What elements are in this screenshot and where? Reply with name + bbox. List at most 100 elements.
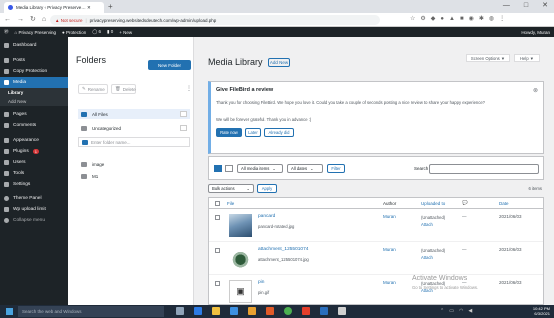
home-icon[interactable]: ⌂ bbox=[42, 16, 46, 23]
wifi-icon[interactable]: ◠ bbox=[459, 308, 463, 314]
updates-count[interactable]: ▮ 0 bbox=[107, 29, 113, 35]
chrome-icon[interactable] bbox=[284, 307, 292, 315]
column-file[interactable]: File bbox=[227, 201, 234, 206]
later-button[interactable]: Later bbox=[245, 128, 261, 137]
folder-item-image[interactable]: image bbox=[78, 159, 190, 169]
filter-button[interactable]: Filter bbox=[327, 164, 345, 173]
battery-icon[interactable]: ▭ bbox=[449, 308, 454, 314]
pin-thumbnail-icon[interactable]: ▣ bbox=[229, 280, 252, 303]
column-uploaded-to[interactable]: Uploaded to bbox=[421, 201, 445, 206]
url-field[interactable]: ▲ Not secure | privacypreserving.website… bbox=[50, 15, 380, 25]
grid-view-icon[interactable] bbox=[225, 165, 233, 172]
extension-icon[interactable]: ⚙ bbox=[420, 15, 425, 22]
author-link[interactable]: Muran bbox=[383, 247, 396, 252]
forward-icon[interactable]: → bbox=[17, 16, 24, 23]
comments-count[interactable]: ◯ 6 bbox=[92, 29, 101, 35]
folder-item-m1[interactable]: M1 bbox=[78, 171, 190, 181]
sidebar-sub-add-new[interactable]: Add New bbox=[0, 97, 68, 106]
sidebar-item-tools[interactable]: Tools bbox=[0, 168, 68, 179]
sidebar-item-upload-limit[interactable]: Wp upload limit bbox=[0, 204, 68, 215]
new-content-link[interactable]: + New bbox=[119, 30, 132, 35]
row-checkbox[interactable] bbox=[215, 248, 220, 253]
sidebar-sub-library[interactable]: Library bbox=[0, 88, 68, 97]
sidebar-item-dashboard[interactable]: Dashboard bbox=[0, 40, 68, 51]
collapse-menu-button[interactable]: Collapse menu bbox=[0, 215, 68, 226]
sidebar-item-theme-panel[interactable]: Theme Panel bbox=[0, 193, 68, 204]
app-icon[interactable] bbox=[248, 307, 256, 315]
sidebar-item-plugins[interactable]: Plugins 1 bbox=[0, 146, 68, 157]
new-folder-button[interactable]: New Folder bbox=[148, 60, 191, 70]
author-link[interactable]: Muran bbox=[383, 280, 396, 285]
sidebar-item-settings[interactable]: Settings bbox=[0, 179, 68, 190]
extension-icon[interactable]: ● bbox=[440, 16, 444, 22]
folder-row-uncategorized[interactable]: Uncategorized bbox=[78, 123, 190, 133]
extension-icon[interactable]: ✱ bbox=[479, 15, 484, 22]
minimize-button[interactable]: — bbox=[503, 2, 510, 9]
chevron-up-icon[interactable]: ⌃ bbox=[440, 308, 444, 314]
app-icon[interactable] bbox=[302, 307, 310, 315]
app-icon[interactable] bbox=[266, 307, 274, 315]
delete-button[interactable]: 🗑 Delete bbox=[111, 84, 136, 94]
list-view-icon[interactable] bbox=[214, 165, 222, 172]
sidebar-item-comments[interactable]: Comments bbox=[0, 120, 68, 131]
menu-icon[interactable]: ⋮ bbox=[499, 15, 505, 22]
search-input[interactable] bbox=[429, 164, 539, 174]
howdy-user[interactable]: Howdy, Muran bbox=[521, 30, 550, 35]
sidebar-item-media[interactable]: Media bbox=[0, 77, 68, 88]
task-view-icon[interactable] bbox=[176, 307, 184, 315]
bulk-actions-select[interactable]: Bulk actions ⌄ bbox=[208, 184, 254, 193]
dismiss-notice-icon[interactable]: ⊗ bbox=[533, 87, 538, 94]
sidebar-item-posts[interactable]: Posts bbox=[0, 55, 68, 66]
extension-icon[interactable]: ■ bbox=[460, 16, 464, 22]
row-checkbox[interactable] bbox=[215, 281, 220, 286]
protection-link[interactable]: ● Protection bbox=[62, 30, 86, 35]
extension-icon[interactable]: ▲ bbox=[449, 16, 455, 22]
taskbar-search[interactable]: Search the web and Windows bbox=[18, 306, 164, 317]
file-title-link[interactable]: pin bbox=[258, 280, 264, 285]
apply-button[interactable]: Apply bbox=[257, 184, 277, 193]
wordpress-logo-icon[interactable]: Ⓦ bbox=[4, 29, 9, 35]
author-link[interactable]: Muran bbox=[383, 214, 396, 219]
file-title-link[interactable]: pancard bbox=[258, 214, 275, 219]
maximize-button[interactable]: □ bbox=[524, 2, 528, 9]
attach-link[interactable]: Attach bbox=[421, 254, 445, 261]
sidebar-item-copy-protection[interactable]: Copy Protection bbox=[0, 66, 68, 77]
column-date[interactable]: Date bbox=[499, 201, 509, 206]
attach-link[interactable]: Attach bbox=[421, 221, 445, 228]
folder-more-icon[interactable]: ⋮ bbox=[186, 85, 192, 92]
select-all-checkbox[interactable] bbox=[215, 201, 220, 206]
date-select[interactable]: All dates ⌄ bbox=[287, 164, 323, 173]
rename-button[interactable]: ✎ Rename bbox=[78, 84, 108, 94]
back-icon[interactable]: ← bbox=[4, 16, 11, 23]
file-explorer-icon[interactable] bbox=[212, 307, 220, 315]
thumbnail-attachment[interactable] bbox=[229, 247, 252, 270]
app-icon[interactable] bbox=[338, 307, 346, 315]
new-tab-button[interactable]: + bbox=[108, 2, 113, 11]
file-title-link[interactable]: attachment_125501074 bbox=[258, 247, 308, 252]
media-type-select[interactable]: All media items ⌄ bbox=[237, 164, 283, 173]
folder-name-input[interactable]: Enter folder name... bbox=[78, 137, 190, 147]
windows-start-icon[interactable] bbox=[6, 308, 13, 315]
rate-now-button[interactable]: Rate now bbox=[216, 128, 242, 137]
star-icon[interactable]: ☆ bbox=[410, 15, 415, 22]
close-window-button[interactable]: ✕ bbox=[542, 1, 548, 9]
extension-icon[interactable]: ◆ bbox=[431, 15, 436, 22]
sidebar-item-users[interactable]: Users bbox=[0, 157, 68, 168]
sidebar-item-appearance[interactable]: Appearance bbox=[0, 135, 68, 146]
site-name-link[interactable]: ⌂ Privacy Preserving bbox=[15, 30, 56, 35]
screen-options-button[interactable]: Screen Options ▼ bbox=[466, 54, 510, 62]
reload-icon[interactable]: ↻ bbox=[30, 15, 36, 23]
help-button[interactable]: Help ▼ bbox=[514, 54, 540, 62]
folder-row-all-files[interactable]: All Files bbox=[78, 109, 190, 119]
profile-avatar[interactable]: ◍ bbox=[489, 15, 494, 22]
thumbnail-pancard[interactable] bbox=[229, 214, 252, 237]
comments-column-icon[interactable]: 💬 bbox=[462, 200, 468, 206]
volume-icon[interactable]: ◀ bbox=[468, 308, 472, 314]
app-icon[interactable] bbox=[320, 307, 328, 315]
browser-tab[interactable]: Media Library ‹ Privacy Preserve… ✕ bbox=[4, 2, 104, 13]
already-did-button[interactable]: Already did bbox=[264, 128, 294, 137]
store-icon[interactable] bbox=[230, 307, 238, 315]
sidebar-item-pages[interactable]: Pages bbox=[0, 109, 68, 120]
edge-icon[interactable] bbox=[194, 307, 202, 315]
taskbar-clock[interactable]: 10:42 PM 6/3/2021 bbox=[533, 306, 550, 316]
